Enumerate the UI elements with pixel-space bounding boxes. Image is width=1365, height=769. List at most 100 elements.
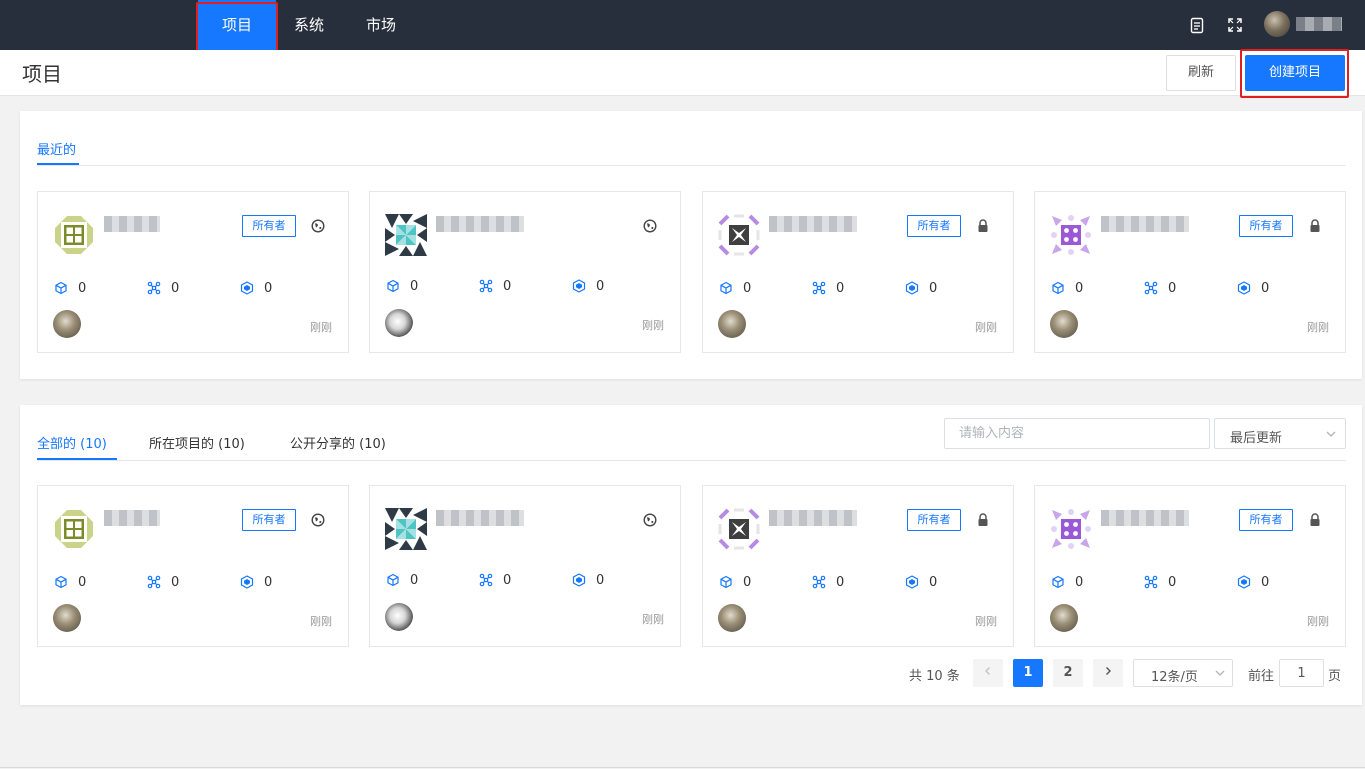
create-project-button[interactable]: 创建项目 xyxy=(1245,55,1345,91)
avatar[interactable] xyxy=(718,310,746,338)
user-name-blurred[interactable] xyxy=(1296,17,1342,31)
avatar[interactable] xyxy=(385,309,413,337)
avatar[interactable] xyxy=(53,604,81,632)
tab-member[interactable]: 所在项目的 (10) xyxy=(149,433,245,452)
stat-value: 0 xyxy=(929,574,938,590)
fullscreen-icon[interactable] xyxy=(1225,15,1245,35)
cube-icon xyxy=(54,281,68,295)
stat-value: 0 xyxy=(1168,574,1177,590)
project-stat: 0 xyxy=(719,280,751,296)
project-logo-green xyxy=(53,508,95,550)
page-button-1[interactable]: 1 xyxy=(1013,659,1043,687)
project-stat: 0 xyxy=(147,574,179,590)
project-name-blurred[interactable] xyxy=(1101,216,1189,232)
updated-time: 刚刚 xyxy=(975,615,997,628)
project-stat: 0 xyxy=(1237,280,1269,296)
user-avatar[interactable] xyxy=(1264,11,1290,37)
project-name-blurred[interactable] xyxy=(1101,510,1189,526)
stat-value: 0 xyxy=(836,574,845,590)
nav-item-projects[interactable]: 项目 xyxy=(198,0,276,50)
project-logo-green xyxy=(53,214,95,256)
lock-icon xyxy=(1307,512,1323,528)
nav-item-market[interactable]: 市场 xyxy=(356,0,406,50)
model-icon xyxy=(572,279,586,293)
globe-icon xyxy=(642,218,658,234)
page-button-2[interactable]: 2 xyxy=(1053,659,1083,687)
globe-icon xyxy=(310,218,326,234)
cube-icon xyxy=(54,575,68,589)
stat-value: 0 xyxy=(503,278,512,294)
model-icon xyxy=(572,573,586,587)
avatar[interactable] xyxy=(1050,604,1078,632)
project-logo-teal xyxy=(385,214,427,256)
cube-icon xyxy=(719,575,733,589)
project-stat: 0 xyxy=(1051,280,1083,296)
project-stat: 0 xyxy=(1144,574,1176,590)
project-logo-teal xyxy=(385,508,427,550)
project-stat: 0 xyxy=(719,574,751,590)
stat-value: 0 xyxy=(1168,280,1177,296)
tab-all[interactable]: 全部的 (10) xyxy=(37,433,107,452)
avatar[interactable] xyxy=(718,604,746,632)
next-page-button[interactable] xyxy=(1093,659,1123,687)
tab-recent[interactable]: 最近的 xyxy=(37,139,76,158)
stat-value: 0 xyxy=(171,574,180,590)
nav-item-system[interactable]: 系统 xyxy=(284,0,334,50)
project-stat: 0 xyxy=(905,574,937,590)
page-unit-label: 页 xyxy=(1328,669,1342,684)
goto-page-input[interactable] xyxy=(1279,659,1324,687)
stat-value: 0 xyxy=(78,574,87,590)
project-card[interactable]: 0 0 0 刚刚 xyxy=(369,191,681,353)
project-card[interactable]: 所有者 0 0 0 刚刚 xyxy=(37,485,349,647)
tab-public[interactable]: 公开分享的 (10) xyxy=(290,433,386,452)
lock-icon xyxy=(975,512,991,528)
project-name-blurred[interactable] xyxy=(104,216,160,232)
project-stat: 0 xyxy=(240,280,272,296)
project-card[interactable]: 所有者 0 0 0 刚刚 xyxy=(37,191,349,353)
network-icon xyxy=(1144,281,1158,295)
stat-value: 0 xyxy=(264,574,273,590)
project-stat: 0 xyxy=(479,278,511,294)
stat-value: 0 xyxy=(929,280,938,296)
project-card[interactable]: 所有者 0 0 0 刚刚 xyxy=(1034,485,1346,647)
stat-value: 0 xyxy=(264,280,273,296)
pagination-total: 共 10 条 xyxy=(909,669,960,684)
stat-value: 0 xyxy=(1261,574,1270,590)
search-input[interactable] xyxy=(944,418,1210,449)
refresh-button[interactable]: 刷新 xyxy=(1166,55,1236,91)
project-name-blurred[interactable] xyxy=(436,216,524,232)
project-card[interactable]: 所有者 0 0 0 刚刚 xyxy=(702,191,1014,353)
project-stat: 0 xyxy=(1237,574,1269,590)
avatar[interactable] xyxy=(385,603,413,631)
network-icon xyxy=(147,575,161,589)
project-name-blurred[interactable] xyxy=(104,510,160,526)
project-name-blurred[interactable] xyxy=(769,510,857,526)
tab-divider xyxy=(37,460,1346,461)
sort-select[interactable]: 最后更新 xyxy=(1214,418,1346,449)
cube-icon xyxy=(386,279,400,293)
prev-page-button[interactable] xyxy=(973,659,1003,687)
cube-icon xyxy=(719,281,733,295)
project-stat: 0 xyxy=(812,280,844,296)
model-icon xyxy=(240,281,254,295)
chevron-right-icon xyxy=(1106,667,1111,675)
network-icon xyxy=(1144,575,1158,589)
stat-value: 0 xyxy=(78,280,87,296)
project-card[interactable]: 所有者 0 0 0 刚刚 xyxy=(702,485,1014,647)
project-name-blurred[interactable] xyxy=(436,510,524,526)
page-size-select[interactable]: 12条/页 xyxy=(1133,659,1233,687)
bottom-divider xyxy=(0,767,1365,768)
stat-value: 0 xyxy=(596,278,605,294)
avatar[interactable] xyxy=(53,310,81,338)
project-stat: 0 xyxy=(905,280,937,296)
avatar[interactable] xyxy=(1050,310,1078,338)
document-icon[interactable] xyxy=(1187,15,1207,35)
stat-value: 0 xyxy=(503,572,512,588)
stat-value: 0 xyxy=(410,572,419,588)
project-name-blurred[interactable] xyxy=(769,216,857,232)
project-card[interactable]: 0 0 0 刚刚 xyxy=(369,485,681,647)
stat-value: 0 xyxy=(743,574,752,590)
page-header xyxy=(0,50,1365,96)
updated-time: 刚刚 xyxy=(975,321,997,334)
project-card[interactable]: 所有者 0 0 0 刚刚 xyxy=(1034,191,1346,353)
